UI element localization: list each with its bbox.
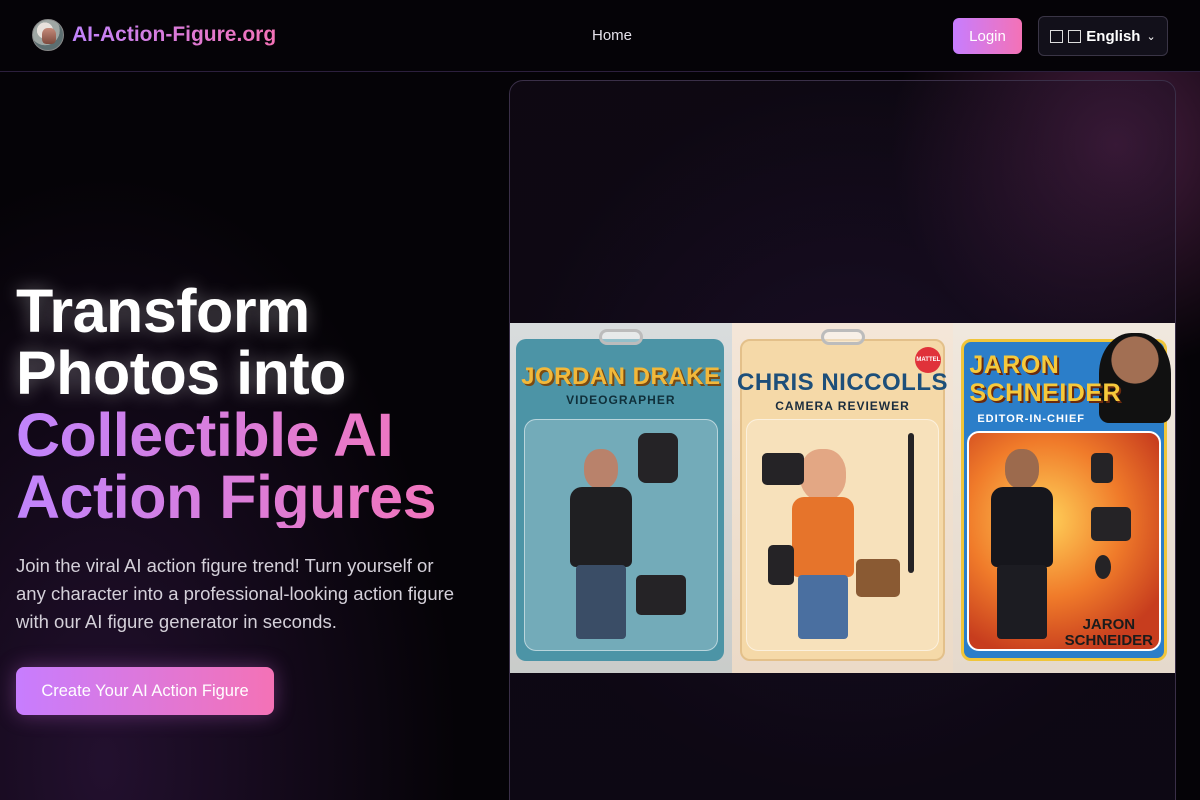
- camera-accessory: [761, 453, 804, 485]
- pack-role: EDITOR-IN-CHIEF: [977, 413, 1086, 425]
- flash-accessory: [1091, 453, 1114, 483]
- nav-home-link[interactable]: Home: [592, 27, 632, 44]
- language-selector[interactable]: English ⌄: [1038, 16, 1168, 56]
- site-header: AI-Action-Figure.org Home Login English …: [0, 0, 1200, 72]
- pack-role: CAMERA REVIEWER: [775, 399, 910, 413]
- figure-pack-3: JARON SCHNEIDER EDITOR-IN-CHIEF JARON SC…: [953, 323, 1175, 673]
- hero-title-line-1: Transform: [16, 277, 310, 345]
- hang-tab: [598, 329, 643, 345]
- flag-icon: [1068, 29, 1082, 43]
- create-figure-button[interactable]: Create Your AI Action Figure: [16, 667, 274, 715]
- pack-name: JARON SCHNEIDER: [953, 351, 1175, 407]
- camera-rig-accessory: [638, 433, 678, 483]
- bag-accessory: [855, 559, 900, 597]
- bag-accessory: [636, 575, 686, 615]
- pack-name-line-2: SCHNEIDER: [969, 379, 1122, 407]
- pack-footer-name: JARON SCHNEIDER: [1065, 617, 1153, 649]
- hero-title-line-3: Collectible AI: [16, 404, 486, 466]
- pack-footer-line-1: JARON: [1082, 616, 1136, 633]
- bag-accessory: [1091, 507, 1132, 541]
- logo-avatar: [32, 19, 64, 51]
- pack-name: JORDAN DRAKE: [521, 363, 721, 390]
- pack-name-line-1: JARON: [969, 351, 1060, 379]
- tripod-accessory: [907, 433, 914, 573]
- chevron-down-icon: ⌄: [1146, 30, 1156, 43]
- showcase-card: JORDAN DRAKE VIDEOGRAPHER MATTEL CHRIS N…: [509, 80, 1176, 800]
- figure-videographer: [560, 449, 640, 639]
- hero-subtitle: Join the viral AI action figure trend! T…: [16, 555, 455, 632]
- hero-title-line-2: Photos into: [16, 339, 346, 407]
- pack-role: VIDEOGRAPHER: [566, 393, 676, 407]
- figure-editor: [981, 449, 1061, 639]
- brand-link[interactable]: AI-Action-Figure.org: [32, 19, 276, 51]
- pack-footer-line-2: SCHNEIDER: [1064, 632, 1154, 649]
- brand-name: AI-Action-Figure.org: [72, 23, 277, 46]
- hero-title: Transform Photos into Collectible AI Act…: [16, 280, 486, 528]
- login-button[interactable]: Login: [953, 18, 1022, 54]
- hero-title-line-4: Action Figures: [16, 466, 486, 528]
- figure-pack-2: MATTEL CHRIS NICCOLLS CAMERA REVIEWER: [731, 323, 954, 673]
- language-label: English: [1086, 27, 1141, 45]
- flag-icon: [1050, 29, 1064, 43]
- hang-tab: [820, 329, 865, 345]
- lens-accessory: [767, 545, 794, 585]
- pack-name: CHRIS NICCOLLS: [737, 369, 948, 396]
- figure-pack-1: JORDAN DRAKE VIDEOGRAPHER: [510, 323, 732, 673]
- action-figure-showcase-image: JORDAN DRAKE VIDEOGRAPHER MATTEL CHRIS N…: [510, 323, 1175, 673]
